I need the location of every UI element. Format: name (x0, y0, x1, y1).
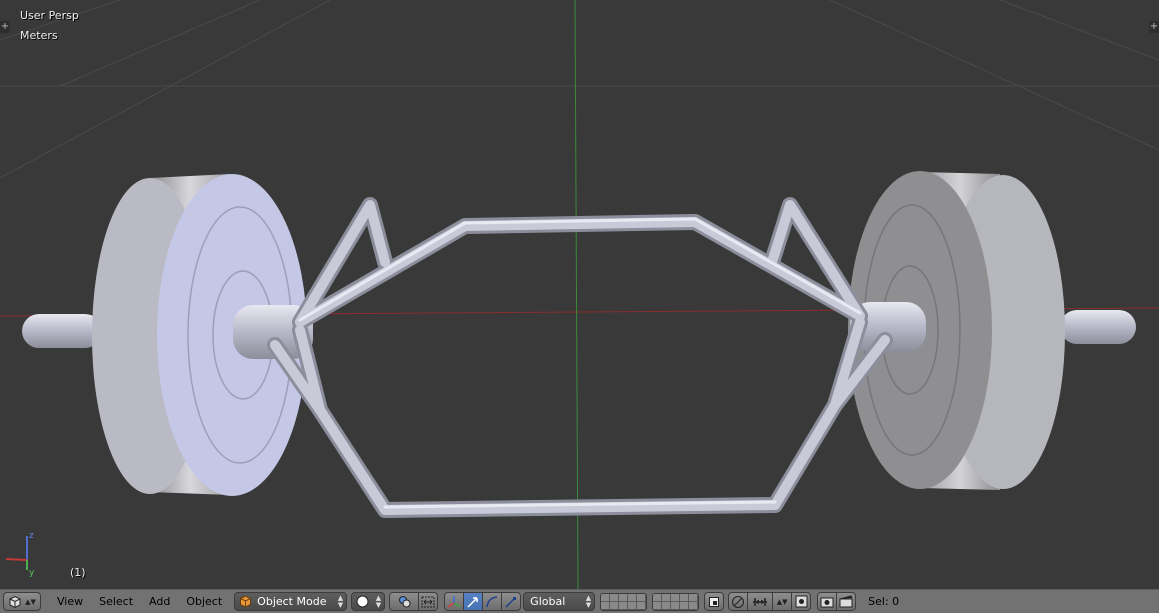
snap-target-icon (795, 595, 808, 608)
rotate-manipulator-button[interactable] (482, 592, 503, 611)
grid-lines (0, 0, 1159, 179)
layer-lock-icon (709, 596, 720, 607)
snap-magnet-icon (753, 597, 768, 606)
snap-target-button[interactable] (791, 592, 812, 611)
manipulator-toggle-button[interactable] (444, 592, 465, 611)
orientation-select[interactable]: Global ▲ ▼ (523, 592, 596, 611)
pivot-group (389, 592, 439, 611)
scale-icon (505, 596, 517, 608)
shading-select[interactable]: ▲ ▼ (351, 592, 386, 611)
viewport-header: ▲▼ View Select Add Object Object Mode ▲ ▼… (0, 589, 1159, 613)
right-weight-plate (848, 171, 1065, 490)
pivot-point-icon (398, 596, 411, 608)
mode-label: Object Mode (257, 595, 327, 608)
translate-arrow-icon (467, 596, 478, 608)
gizmo-z-label: z (29, 531, 34, 541)
pivot-arrows-icon (421, 596, 435, 607)
layers-grid-a[interactable] (600, 592, 648, 611)
units-label: Meters (20, 29, 58, 42)
proportional-edit-icon (732, 595, 745, 608)
frame-number: (1) (70, 566, 86, 579)
pivot-point-button[interactable] (389, 592, 420, 611)
solid-sphere-icon (356, 595, 369, 608)
region-expand-right-icon[interactable]: + (1149, 21, 1159, 33)
menu-object[interactable]: Object (178, 592, 230, 612)
object-cube-icon (240, 595, 252, 608)
selection-count: Sel: 0 (868, 595, 900, 608)
menu-select[interactable]: Select (91, 592, 141, 612)
3d-viewport[interactable]: User Persp Meters (1) + + z y (0, 0, 1159, 589)
3d-view-icon (9, 595, 21, 608)
menu-view[interactable]: View (49, 592, 91, 612)
rotate-arc-icon (486, 595, 498, 607)
manipulator-group (444, 592, 522, 611)
mode-select[interactable]: Object Mode ▲ ▼ (234, 592, 348, 611)
scene-render (0, 0, 1159, 589)
snap-element-button[interactable]: ▲▼ (772, 592, 793, 611)
layers-grid-b[interactable] (652, 592, 700, 611)
gizmo-y-label: y (29, 568, 35, 578)
scale-manipulator-button[interactable] (501, 592, 522, 611)
snap-toggle-button[interactable] (747, 592, 774, 611)
translate-manipulator-button[interactable] (463, 592, 484, 611)
manipulator-axes-icon (447, 595, 461, 608)
editor-type-button[interactable]: ▲▼ (3, 592, 41, 611)
proportional-edit-button[interactable] (728, 592, 749, 611)
lock-layers-button[interactable] (704, 592, 725, 611)
hex-bar-frame (267, 197, 893, 518)
left-weight-plate (92, 174, 313, 496)
render-animation-icon (839, 595, 853, 608)
menu-add[interactable]: Add (141, 592, 178, 612)
render-animation-button[interactable] (836, 592, 857, 611)
snap-group: ▲▼ (728, 592, 812, 611)
orientation-label: Global (530, 595, 566, 608)
axis-gizmo: z y (5, 531, 35, 578)
pivot-center-only-button[interactable] (418, 592, 439, 611)
opengl-render-button[interactable] (817, 592, 838, 611)
view-name-label: User Persp (20, 9, 79, 22)
render-group (817, 592, 857, 611)
opengl-render-icon (820, 597, 834, 608)
region-expand-left-icon[interactable]: + (0, 21, 10, 33)
